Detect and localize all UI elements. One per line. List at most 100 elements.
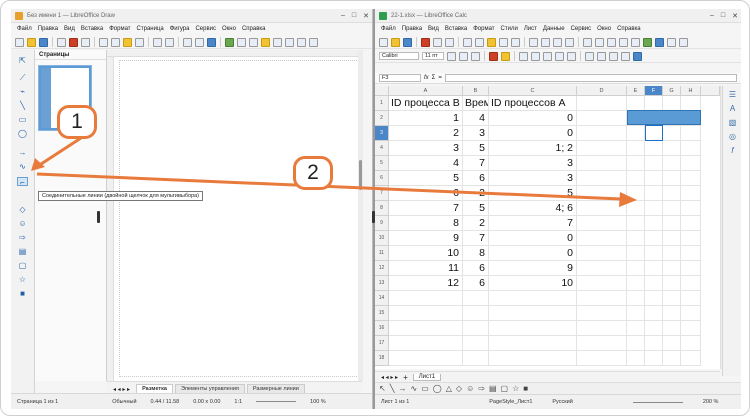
formula-icon[interactable]: = xyxy=(438,75,442,81)
row-header-3[interactable]: 3 xyxy=(375,126,389,141)
drawing-page[interactable] xyxy=(119,60,359,377)
row-icon[interactable] xyxy=(583,37,592,47)
menu-tools[interactable]: Сервис xyxy=(195,26,216,32)
gallery-icon[interactable]: ▧ xyxy=(728,118,737,127)
font-name-box[interactable]: Calibri xyxy=(379,52,419,60)
empty-cell[interactable] xyxy=(627,216,645,231)
arrange-icon[interactable] xyxy=(297,37,306,47)
find-replace-icon[interactable] xyxy=(553,37,562,47)
close-icon[interactable]: ✕ xyxy=(363,12,369,20)
flowchart-icon[interactable]: ▤ xyxy=(489,384,497,393)
data-cell[interactable]: 9 xyxy=(389,231,463,246)
column-header-c[interactable]: C xyxy=(489,86,577,96)
empty-cell[interactable] xyxy=(489,351,577,366)
menu-insert[interactable]: Вставка xyxy=(81,26,103,32)
undo-icon[interactable] xyxy=(529,37,538,47)
block-arrow-icon[interactable]: ⇨ xyxy=(478,384,485,393)
print-icon[interactable] xyxy=(81,37,90,47)
empty-cell[interactable] xyxy=(489,321,577,336)
empty-cell[interactable] xyxy=(627,276,645,291)
empty-cell[interactable] xyxy=(627,141,645,156)
empty-cell[interactable] xyxy=(663,186,681,201)
menu-help[interactable]: Справка xyxy=(242,26,266,32)
callout-icon[interactable]: ▢ xyxy=(501,384,509,393)
empty-cell[interactable] xyxy=(577,111,627,126)
name-box[interactable]: F3 xyxy=(379,74,421,82)
data-cell[interactable]: 7 xyxy=(463,156,489,171)
menu-edit[interactable]: Правка xyxy=(402,26,422,32)
maximize-icon[interactable]: □ xyxy=(721,12,725,20)
menu-window[interactable]: Окно xyxy=(597,26,611,32)
empty-cell[interactable] xyxy=(663,306,681,321)
print-preview-icon[interactable] xyxy=(445,37,454,47)
menu-view[interactable]: Вид xyxy=(428,26,439,32)
row-header-1[interactable]: 1 xyxy=(375,96,389,111)
data-cell[interactable]: 6 xyxy=(389,186,463,201)
menu-tools[interactable]: Сервис xyxy=(571,26,592,32)
empty-cell[interactable] xyxy=(577,306,627,321)
row-header-4[interactable]: 4 xyxy=(375,141,389,156)
empty-cell[interactable] xyxy=(577,171,627,186)
shadow-icon[interactable] xyxy=(309,37,318,47)
empty-cell[interactable] xyxy=(489,336,577,351)
empty-cell[interactable] xyxy=(645,231,663,246)
line-arrows-icon[interactable]: → xyxy=(399,384,407,393)
data-cell[interactable]: 12 xyxy=(389,276,463,291)
copy-icon[interactable] xyxy=(111,37,120,47)
symbol-shapes-icon[interactable]: ☺ xyxy=(17,219,28,228)
empty-cell[interactable] xyxy=(681,216,701,231)
menu-format[interactable]: Формат xyxy=(473,26,494,32)
column-header-b[interactable]: B xyxy=(463,86,489,96)
empty-cell[interactable] xyxy=(389,306,463,321)
special-char-icon[interactable] xyxy=(679,37,688,47)
tab-nav-arrows[interactable]: ◂ ◂ ▸ ▸ xyxy=(113,386,130,393)
empty-cell[interactable] xyxy=(663,201,681,216)
menu-format[interactable]: Формат xyxy=(109,26,130,32)
menu-view[interactable]: Вид xyxy=(64,26,75,32)
empty-cell[interactable] xyxy=(645,171,663,186)
stars-icon[interactable]: ☆ xyxy=(17,275,28,284)
navigator-icon[interactable]: ◎ xyxy=(728,132,737,141)
empty-cell[interactable] xyxy=(645,96,663,111)
curves-icon[interactable]: ∿ xyxy=(411,384,418,393)
menu-styles[interactable]: Стили xyxy=(501,26,518,32)
number-format-icon[interactable] xyxy=(609,51,618,61)
empty-cell[interactable] xyxy=(681,321,701,336)
empty-cell[interactable] xyxy=(627,156,645,171)
styles-icon[interactable]: A xyxy=(728,104,737,113)
empty-cell[interactable] xyxy=(645,156,663,171)
empty-cell[interactable] xyxy=(389,291,463,306)
row-header-16[interactable]: 16 xyxy=(375,321,389,336)
empty-cell[interactable] xyxy=(681,231,701,246)
function-wizard-icon[interactable]: fx xyxy=(424,75,429,81)
header-cell-b[interactable]: Время xyxy=(463,96,489,111)
row-header-5[interactable]: 5 xyxy=(375,156,389,171)
align-left-icon[interactable] xyxy=(519,51,528,61)
data-cell[interactable]: 1; 2 xyxy=(489,141,577,156)
empty-cell[interactable] xyxy=(681,96,701,111)
data-cell[interactable]: 6 xyxy=(463,276,489,291)
scroll-thumb[interactable] xyxy=(359,160,362,190)
grid-icon[interactable] xyxy=(183,37,192,47)
drag-handle-left[interactable] xyxy=(97,211,100,223)
row-header-12[interactable]: 12 xyxy=(375,261,389,276)
align-right-icon[interactable] xyxy=(543,51,552,61)
cut-icon[interactable] xyxy=(99,37,108,47)
row-header-7[interactable]: 7 xyxy=(375,186,389,201)
row-header-2[interactable]: 2 xyxy=(375,111,389,126)
empty-cell[interactable] xyxy=(645,246,663,261)
export-pdf-icon[interactable] xyxy=(69,37,78,47)
line-color-icon[interactable]: ⟋ xyxy=(17,73,28,82)
empty-cell[interactable] xyxy=(389,336,463,351)
empty-cell[interactable] xyxy=(645,216,663,231)
tab-controls[interactable]: Элементы управления xyxy=(174,384,245,393)
empty-cell[interactable] xyxy=(663,246,681,261)
sheet-tab-1[interactable]: Лист1 xyxy=(412,373,442,381)
header-cell-a[interactable]: ID процесса В xyxy=(389,96,463,111)
smiley-icon[interactable]: ☺ xyxy=(466,384,474,393)
align-center-icon[interactable] xyxy=(531,51,540,61)
empty-cell[interactable] xyxy=(577,321,627,336)
spreadsheet-grid[interactable]: A B C D E F G H 1ID процесса ВВремяID пр… xyxy=(375,86,720,369)
empty-cell[interactable] xyxy=(627,201,645,216)
tab-layout[interactable]: Разметка xyxy=(136,384,173,393)
